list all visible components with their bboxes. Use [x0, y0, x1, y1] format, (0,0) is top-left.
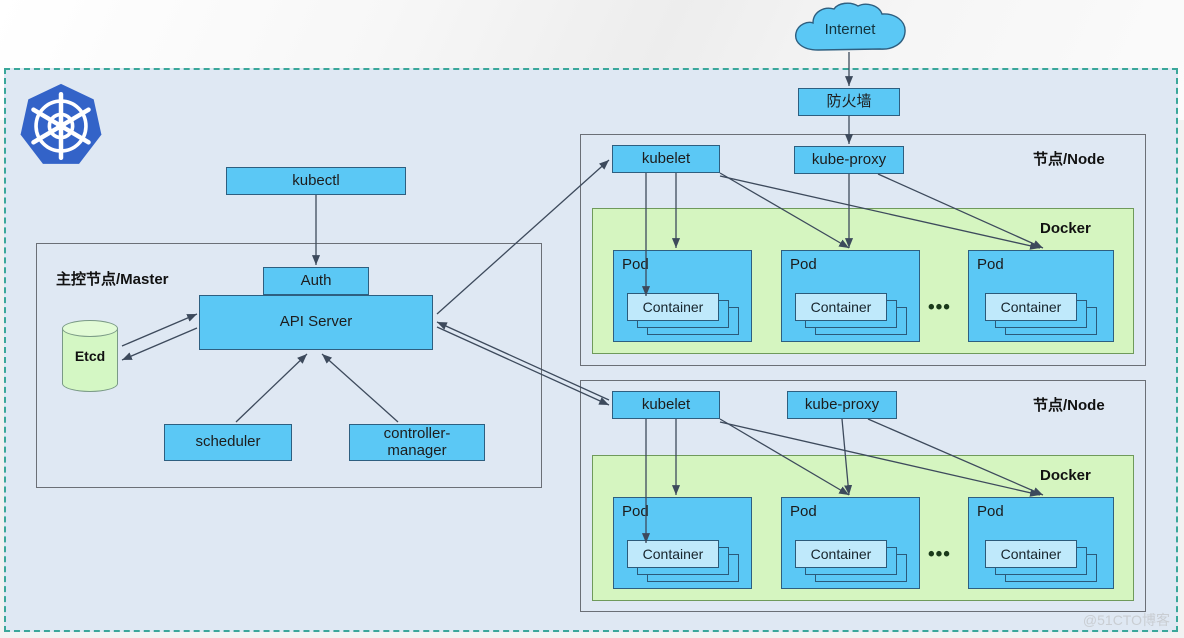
scheduler-box[interactable]: scheduler	[164, 424, 292, 461]
node-2-pod-3-label: Pod	[977, 503, 1004, 520]
node-2-pods-ellipsis: •••	[928, 544, 951, 565]
auth-box[interactable]: Auth	[263, 267, 369, 295]
etcd-cylinder[interactable]: Etcd	[62, 320, 118, 392]
node-2-pod-2-container-stack[interactable]: Container	[795, 540, 907, 582]
node-2-pod-1[interactable]: Pod Container	[613, 497, 752, 589]
node-1-pod-2[interactable]: Pod Container	[781, 250, 920, 342]
node-2-kubelet-box[interactable]: kubelet	[612, 391, 720, 419]
kubectl-label: kubectl	[292, 171, 340, 189]
node-1-pod-3-container-label: Container	[985, 293, 1077, 321]
node-1-group-label: 节点/Node	[1033, 151, 1105, 168]
node-2-pod-1-label: Pod	[622, 503, 649, 520]
controller-manager-label-line1: controller-	[383, 424, 451, 442]
firewall-box[interactable]: 防火墙	[798, 88, 900, 116]
auth-label: Auth	[300, 271, 332, 289]
etcd-label: Etcd	[74, 348, 106, 364]
controller-manager-label-line2: manager	[387, 441, 447, 459]
node-1-pod-1-container-stack[interactable]: Container	[627, 293, 739, 335]
node-1-pod-3[interactable]: Pod Container	[968, 250, 1114, 342]
node-1-docker-label: Docker	[1040, 220, 1091, 237]
node-1-pod-2-container-label: Container	[795, 293, 887, 321]
node-1-pods-ellipsis: •••	[928, 297, 951, 318]
node-2-kube-proxy-box[interactable]: kube-proxy	[787, 391, 897, 419]
node-1-pod-2-label: Pod	[790, 256, 817, 273]
internet-cloud: Internet	[788, 2, 912, 56]
internet-label: Internet	[824, 20, 876, 38]
node-2-kube-proxy-label: kube-proxy	[804, 395, 880, 413]
kubernetes-logo-icon	[20, 83, 102, 164]
node-1-pod-1-label: Pod	[622, 256, 649, 273]
node-1-kube-proxy-label: kube-proxy	[811, 150, 887, 168]
node-1-pod-2-container-stack[interactable]: Container	[795, 293, 907, 335]
kubectl-box[interactable]: kubectl	[226, 167, 406, 195]
node-2-pod-2-label: Pod	[790, 503, 817, 520]
node-2-pod-2-container-label: Container	[795, 540, 887, 568]
node-1-kubelet-label: kubelet	[641, 149, 691, 167]
master-group-label: 主控节点/Master	[56, 271, 169, 288]
diagram-canvas: Internet 防火墙 kubectl 主控节点/Master Etcd Au…	[0, 0, 1184, 638]
node-1-kube-proxy-box[interactable]: kube-proxy	[794, 146, 904, 174]
node-2-pod-3-container-stack[interactable]: Container	[985, 540, 1097, 582]
api-server-box[interactable]: API Server	[199, 295, 433, 350]
node-2-docker-label: Docker	[1040, 467, 1091, 484]
node-2-pod-2[interactable]: Pod Container	[781, 497, 920, 589]
node-1-pod-1-container-label: Container	[627, 293, 719, 321]
node-2-pod-3[interactable]: Pod Container	[968, 497, 1114, 589]
node-2-pod-1-container-label: Container	[627, 540, 719, 568]
api-server-label: API Server	[279, 313, 353, 331]
node-1-pod-1[interactable]: Pod Container	[613, 250, 752, 342]
watermark: @51CTO博客	[1082, 612, 1170, 628]
node-2-group-label: 节点/Node	[1033, 397, 1105, 414]
node-2-pod-3-container-label: Container	[985, 540, 1077, 568]
controller-manager-box[interactable]: controller- manager	[349, 424, 485, 461]
node-2-kubelet-label: kubelet	[641, 395, 691, 413]
node-2-pod-1-container-stack[interactable]: Container	[627, 540, 739, 582]
node-1-kubelet-box[interactable]: kubelet	[612, 145, 720, 173]
node-1-pod-3-container-stack[interactable]: Container	[985, 293, 1097, 335]
node-1-pod-3-label: Pod	[977, 256, 1004, 273]
kubernetes-logo	[18, 82, 104, 170]
scheduler-label: scheduler	[195, 433, 261, 451]
firewall-label: 防火墙	[826, 92, 872, 110]
